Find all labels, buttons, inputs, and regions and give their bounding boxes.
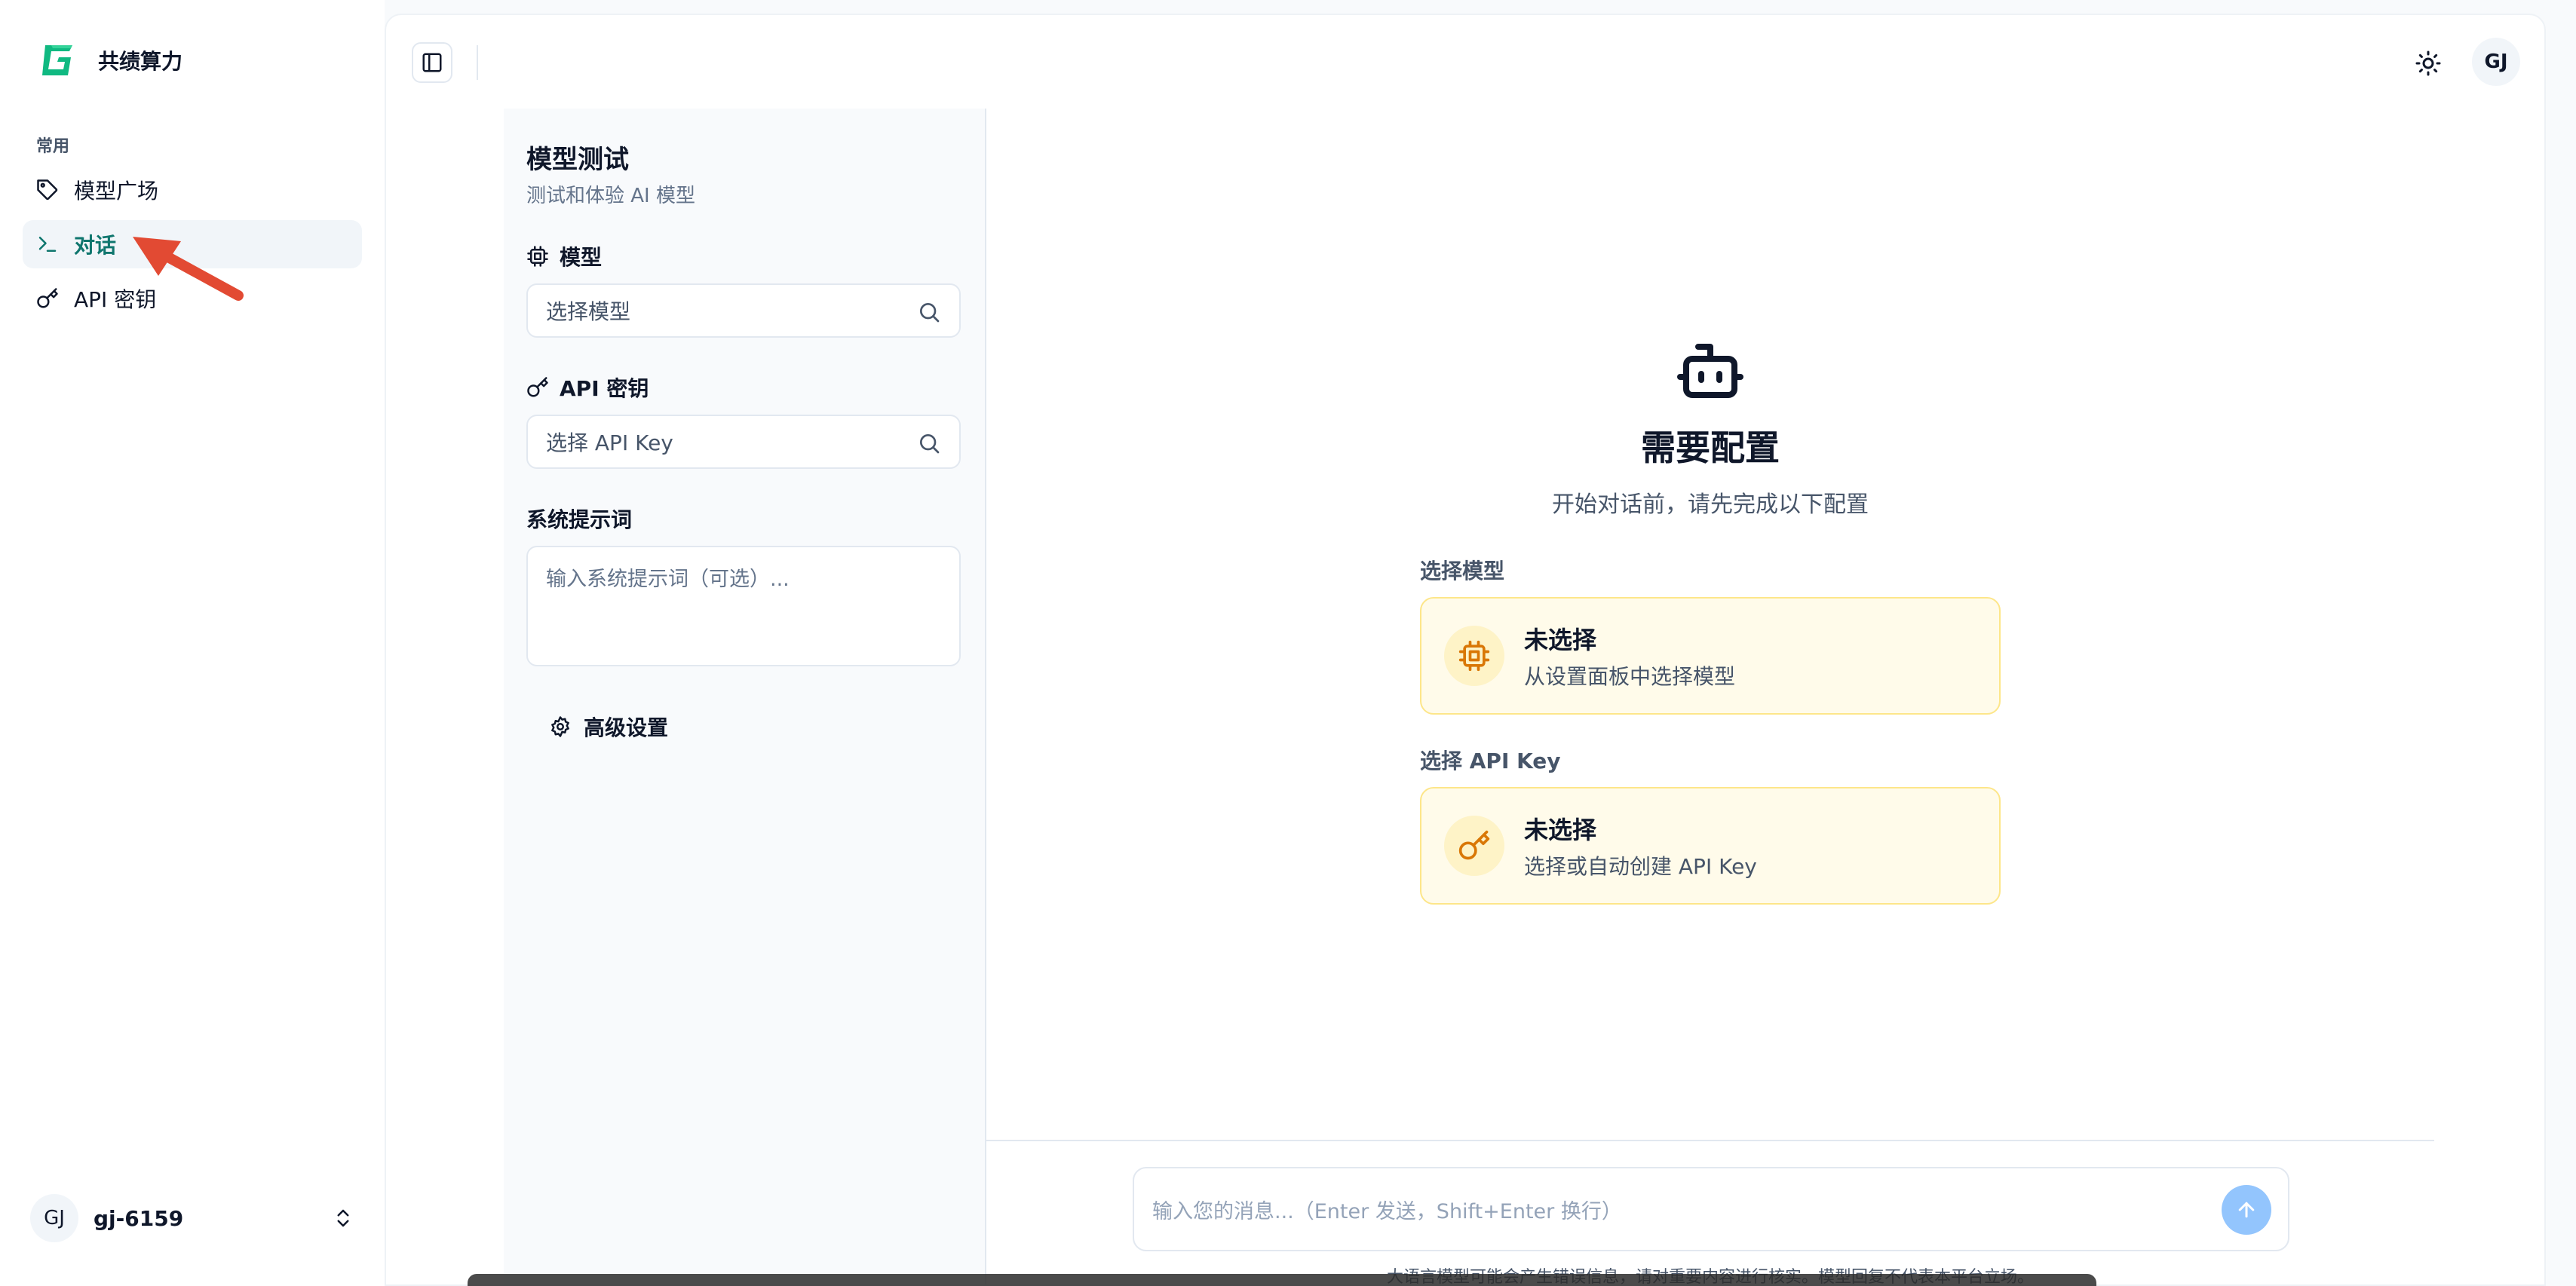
section-label: 常用 (36, 137, 70, 156)
sidebar-item-label: 模型广场 (74, 179, 159, 204)
page-title: 模型测试 (526, 145, 629, 175)
user-menu[interactable]: GJ gj-6159 (30, 1188, 354, 1248)
sun-icon (2415, 51, 2441, 76)
chat-divider (986, 1140, 2434, 1141)
system-prompt-input[interactable]: 输入系统提示词（可选）... (526, 546, 961, 666)
brand-logo-icon (42, 45, 72, 75)
annotation-arrow-icon (133, 237, 244, 301)
advanced-settings-button[interactable]: 高级设置 (549, 712, 961, 742)
key-icon (1444, 816, 1504, 876)
app-window: 共绩算力 常用 模型广场 对话 API 密钥 GJ gj-6159 GJ 模型测… (0, 0, 2576, 1286)
empty-state-title: 需要配置 (1641, 427, 1780, 468)
config-section-label: 选择模型 (1420, 559, 1505, 583)
cpu-icon (527, 246, 548, 267)
config-card-title: 未选择 (1524, 626, 1597, 654)
cpu-icon (1444, 626, 1504, 686)
model-select[interactable]: 选择模型 (526, 283, 961, 338)
message-input[interactable]: 输入您的消息...（Enter 发送，Shift+Enter 换行） (1133, 1167, 2289, 1251)
system-prompt-label: 系统提示词 (526, 507, 633, 532)
model-select-placeholder: 选择模型 (546, 299, 631, 324)
topbar-divider (477, 45, 478, 80)
avatar[interactable]: GJ (2472, 38, 2520, 86)
search-icon (920, 434, 940, 454)
brand-name: 共绩算力 (98, 49, 183, 74)
model-field-label: 模型 (526, 241, 961, 271)
model-config-group: 选择模型 未选择 从设置面板中选择模型 选择 API Key 未选择 选择或自动… (1420, 555, 2001, 935)
sidebar: 共绩算力 常用 模型广场 对话 API 密钥 GJ gj-6159 (0, 0, 385, 1286)
key-icon (527, 377, 548, 397)
page-subtitle: 测试和体验 AI 模型 (526, 185, 695, 207)
config-card-desc: 选择或自动创建 API Key (1524, 854, 1757, 879)
sidebar-item-model-plaza[interactable]: 模型广场 (23, 166, 362, 214)
config-card-title: 未选择 (1524, 816, 1597, 844)
chevrons-up-down-icon (337, 1209, 349, 1227)
config-card-desc: 从设置面板中选择模型 (1524, 664, 1736, 689)
advanced-settings-label: 高级设置 (584, 715, 669, 740)
topbar: GJ (386, 15, 2544, 106)
key-icon (36, 287, 59, 310)
apikey-field-label: API 密钥 (526, 372, 961, 403)
empty-state-subtitle: 开始对话前，请先完成以下配置 (1552, 491, 1869, 518)
arrow-up-icon (2238, 1202, 2255, 1218)
tag-icon (36, 179, 59, 201)
message-input-placeholder: 输入您的消息...（Enter 发送，Shift+Enter 换行） (1152, 1199, 1622, 1223)
terminal-icon (36, 233, 59, 256)
empty-state: 需要配置 开始对话前，请先完成以下配置 选择模型 未选择 从设置面板中选择模型 … (986, 335, 2434, 935)
apikey-label-text: API 密钥 (560, 376, 649, 401)
brand[interactable]: 共绩算力 (38, 39, 182, 81)
chat-area: 需要配置 开始对话前，请先完成以下配置 选择模型 未选择 从设置面板中选择模型 … (986, 109, 2434, 1284)
sidebar-toggle-button[interactable] (412, 42, 452, 83)
window-edge (468, 1274, 2096, 1286)
sidebar-item-label: 对话 (74, 233, 117, 258)
theme-toggle-button[interactable] (2410, 45, 2446, 81)
main-panel: GJ 模型测试 测试和体验 AI 模型 模型 选择模型 API 密钥 选择 AP… (385, 14, 2546, 1286)
avatar: GJ (30, 1194, 78, 1242)
apikey-select-placeholder: 选择 API Key (546, 430, 673, 455)
model-label-text: 模型 (560, 245, 603, 270)
config-section-label: 选择 API Key (1420, 749, 1561, 773)
settings-panel: 模型测试 测试和体验 AI 模型 模型 选择模型 API 密钥 选择 API K… (504, 109, 986, 1284)
panel-left-icon (422, 53, 442, 72)
bot-icon (1677, 344, 1743, 398)
send-button[interactable] (2222, 1185, 2271, 1235)
gear-icon (551, 716, 569, 737)
search-icon (920, 303, 940, 323)
apikey-select[interactable]: 选择 API Key (526, 415, 961, 469)
user-name: gj-6159 (94, 1205, 184, 1231)
model-config-card[interactable]: 未选择 从设置面板中选择模型 (1420, 597, 2001, 715)
apikey-config-card[interactable]: 未选择 选择或自动创建 API Key (1420, 787, 2001, 905)
